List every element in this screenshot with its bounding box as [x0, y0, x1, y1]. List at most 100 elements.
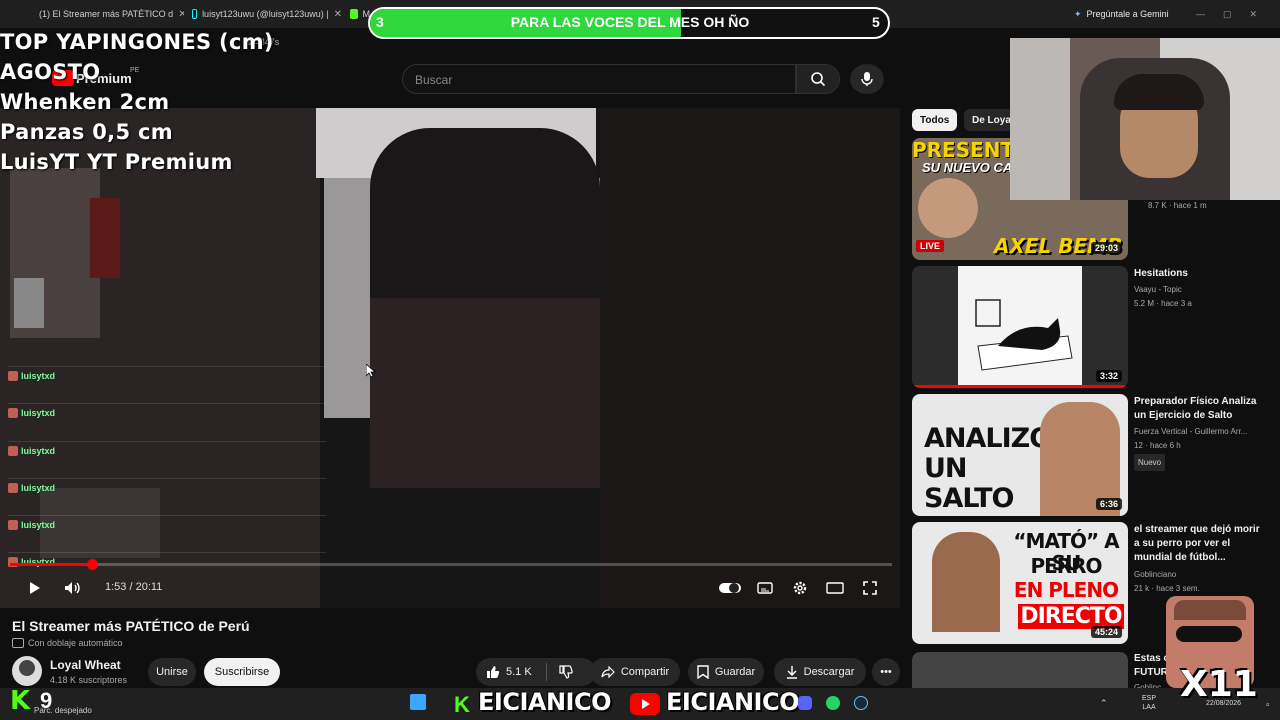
voice-search-button[interactable] [850, 64, 884, 94]
brand-text: EICIANICO [666, 688, 799, 716]
video-pixel-block [600, 108, 900, 608]
system-date: 22/08/2026 [1206, 700, 1242, 707]
video-pixel-block [370, 298, 600, 488]
channel-avatar[interactable] [12, 656, 42, 686]
dislike-icon[interactable] [559, 665, 573, 679]
kick-favicon-icon [350, 9, 358, 19]
theater-mode-button[interactable] [825, 578, 845, 598]
thumb-text: EN PLENO [1013, 578, 1119, 602]
country-code: PE [130, 67, 140, 74]
dubbing-note: Con doblaje automático [28, 638, 123, 648]
share-button[interactable]: Compartir [590, 658, 680, 686]
like-icon[interactable] [486, 665, 500, 679]
gemini-button[interactable]: ✦ Pregúntale a Gemini [1074, 4, 1184, 24]
duration-badge: 3:32 [1095, 370, 1122, 382]
recommendation-title[interactable]: Hesitations [1134, 267, 1262, 281]
recommendation-thumbnail[interactable]: 3:32 [912, 266, 1128, 388]
play-button[interactable] [26, 578, 44, 598]
close-icon[interactable]: ✕ [334, 9, 342, 20]
video-pixel-block [14, 278, 44, 328]
subscribe-button[interactable]: Suscribirse [204, 658, 280, 686]
recommendation-title[interactable]: Preparador Físico Analiza un Ejercicio d… [1134, 395, 1262, 423]
search-button[interactable] [796, 64, 840, 94]
streamer-hair [1114, 74, 1204, 110]
chat-username: luisytxd [21, 407, 56, 418]
video-time: 1:53 / 20:11 [105, 581, 163, 593]
recommendation-thumbnail[interactable] [912, 652, 1128, 688]
whatsapp-icon[interactable] [826, 696, 840, 710]
autoplay-toggle[interactable] [718, 578, 742, 598]
notification-icon[interactable]: ▫ [1266, 700, 1270, 711]
webcam-overlay [1010, 38, 1280, 200]
tiktok-favicon-icon [192, 9, 198, 19]
overlay-line: LuisYT YT Premium [0, 150, 233, 174]
brand-text: EICIANICO [478, 688, 611, 716]
chat-username: luisytxd [21, 445, 56, 456]
discord-icon[interactable] [798, 696, 812, 710]
minimize-icon[interactable]: — [1196, 9, 1205, 19]
recommendation-thumbnail[interactable]: ANALIZO UN SALTO 6:36 [912, 394, 1128, 516]
tab-kick[interactable]: M [350, 4, 370, 24]
duration-badge: 45:24 [1090, 626, 1122, 638]
steam-icon[interactable] [854, 696, 868, 710]
more-actions-button[interactable]: ••• [872, 658, 900, 686]
cat-icon [975, 299, 1073, 371]
tab-youtube[interactable]: (1) El Streamer más PATÉTICO d ✕ [34, 4, 184, 24]
emote-icon [8, 407, 18, 418]
thumb-text: SU NUEVO CA [922, 160, 1013, 175]
thumb-text: PERRO [1030, 554, 1102, 578]
recommendation-meta: 5.2 M · hace 3 a [1134, 299, 1192, 308]
badge-container: Nuevo [1134, 454, 1264, 471]
video-pixel-block [370, 128, 600, 298]
volume-button[interactable] [62, 578, 84, 598]
recommendation-thumbnail[interactable]: “MATÓ” A SU PERRO EN PLENO DIRECTO 45:24 [912, 522, 1128, 644]
language-indicator[interactable]: ESP LAA [1142, 694, 1156, 712]
like-count[interactable]: 5.1 K [506, 666, 532, 678]
fullscreen-button[interactable] [860, 578, 880, 598]
gear-icon [793, 581, 807, 595]
recommendation-meta: 8.7 K · hace 1 m [1148, 201, 1207, 210]
chat-row: luisytxd [8, 515, 326, 533]
autoplay-toggle-icon [719, 583, 741, 593]
tab-tiktok[interactable]: luisyt123uwu (@luisyt123uwu) | ✕ [192, 4, 342, 24]
new-badge: Nuevo [1134, 454, 1166, 471]
chat-username: luisytxd [21, 482, 56, 493]
progress-bar[interactable] [10, 563, 892, 566]
theater-mode-icon [826, 582, 844, 594]
recommendation-channel[interactable]: Fuerza Vertical - Guillermo Arr... [1134, 424, 1264, 439]
progress-scrubber[interactable] [87, 559, 99, 570]
join-button[interactable]: Unirse [148, 658, 196, 686]
overlay-line: TOP YAPINGONES (cm) [0, 30, 274, 54]
thumb-text: ANALIZO UN SALTO [924, 423, 1052, 514]
gemini-label: Pregúntale a Gemini [1086, 9, 1169, 19]
recommendation-channel[interactable]: Goblinciano [1134, 567, 1264, 582]
channel-name[interactable]: Loyal Wheat [50, 658, 121, 672]
tray-chevron-icon[interactable]: ⌃ [1100, 698, 1108, 709]
download-button[interactable]: Descargar [774, 658, 866, 686]
recommendation-channel[interactable]: Vaayu - Topic [1134, 282, 1264, 297]
subtitles-icon [757, 582, 773, 594]
save-button[interactable]: Guardar [688, 658, 764, 686]
chat-username: luisytxd [21, 370, 56, 381]
chip-all[interactable]: Todos [912, 109, 958, 131]
live-badge: LIVE [916, 240, 945, 252]
video-player[interactable] [0, 108, 900, 608]
goal-text: PARA LAS VOCES DEL MES OH ÑO [510, 14, 750, 30]
search-input[interactable]: Buscar [402, 64, 796, 94]
settings-button[interactable] [790, 578, 810, 598]
share-label: Compartir [620, 666, 670, 678]
file-explorer-icon[interactable] [410, 694, 426, 710]
close-window-icon[interactable]: ✕ [1250, 9, 1258, 20]
fullscreen-icon [863, 581, 877, 595]
volume-icon [65, 582, 80, 594]
subtitles-button[interactable] [755, 578, 775, 598]
close-icon[interactable]: ✕ [178, 9, 184, 20]
chat-row: luisytxd [8, 403, 326, 421]
video-pixel-block [90, 198, 120, 278]
overlay-line: Whenken 2cm [0, 90, 170, 114]
microphone-icon [861, 72, 873, 86]
bookmark-icon [697, 665, 709, 679]
maximize-icon[interactable]: ▢ [1223, 9, 1232, 20]
recommendation-title[interactable]: el streamer que dejó morir a su perro po… [1134, 523, 1262, 565]
search-icon [811, 72, 826, 87]
